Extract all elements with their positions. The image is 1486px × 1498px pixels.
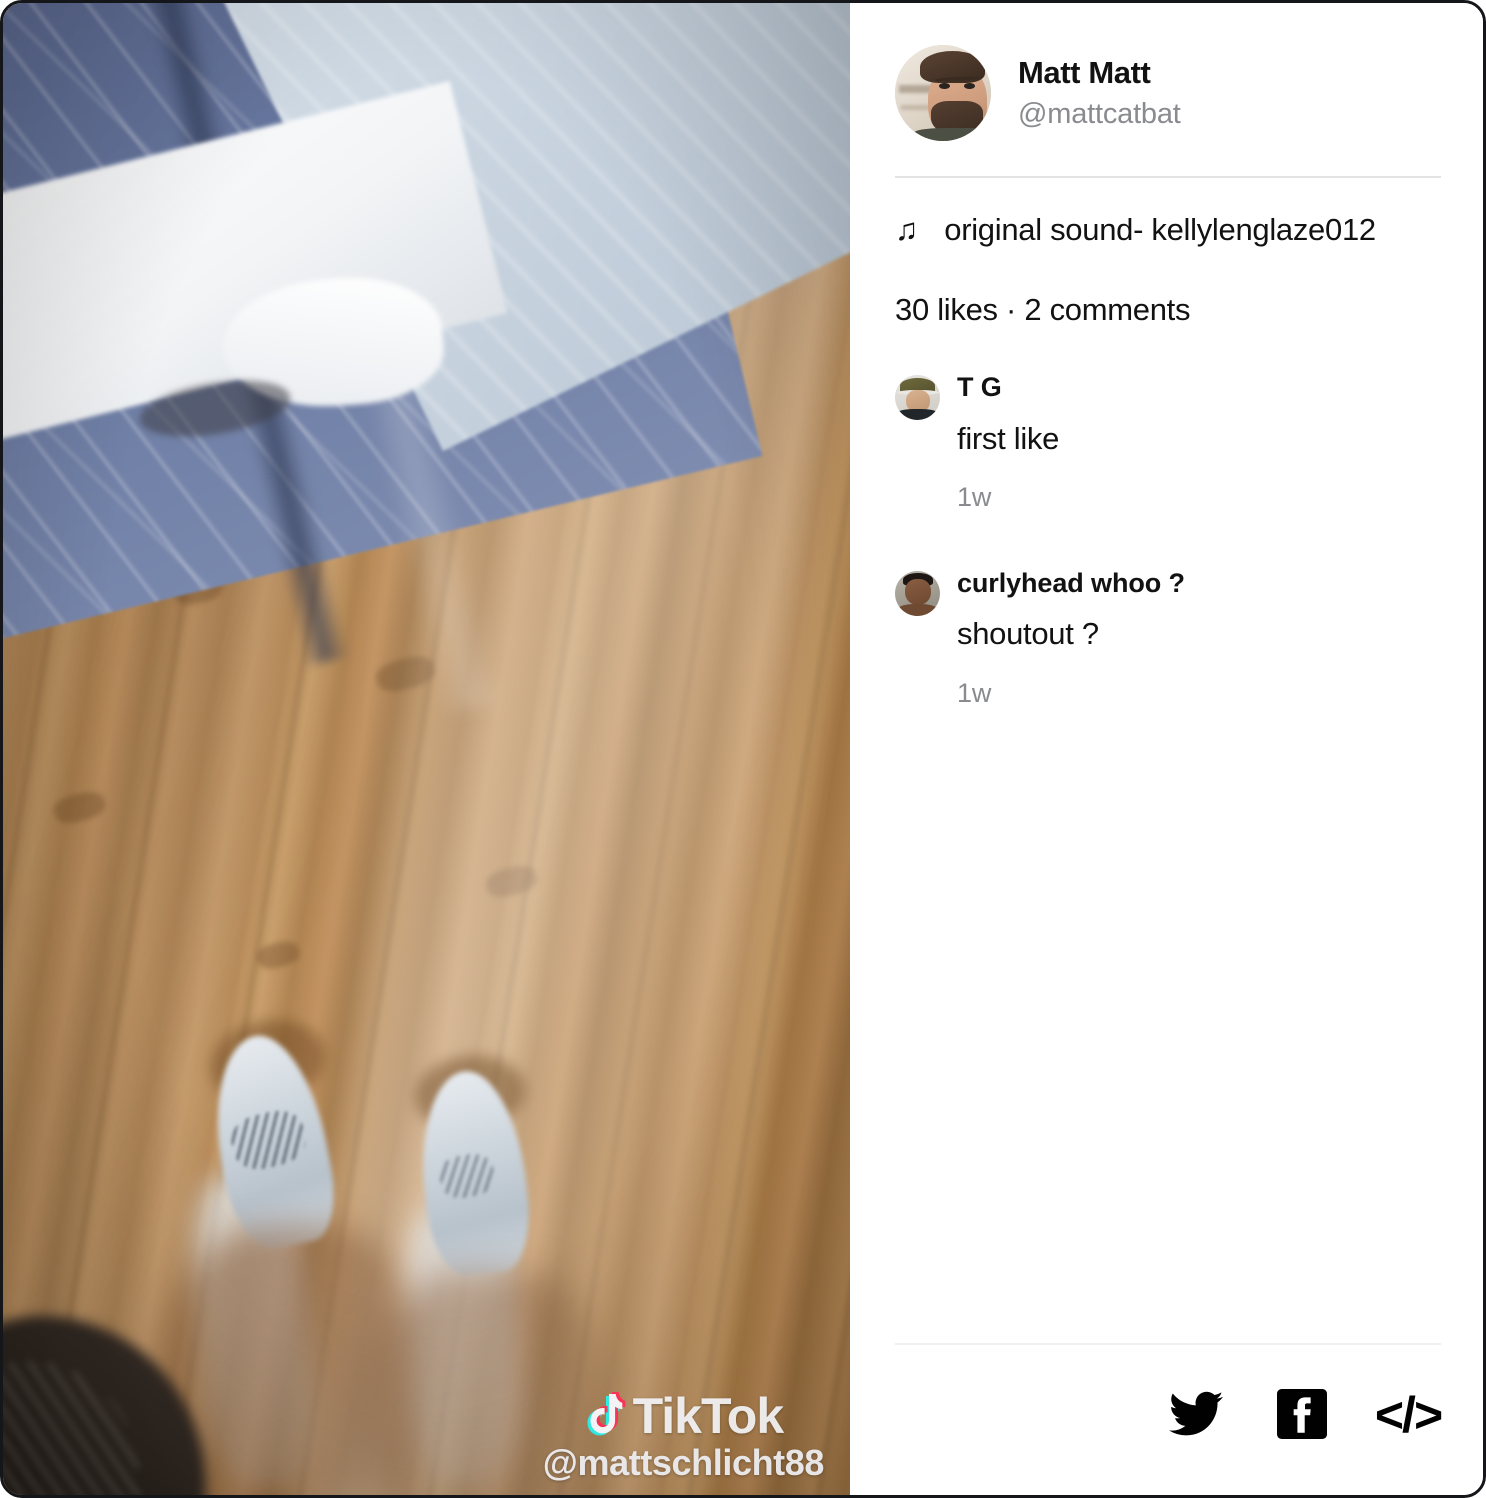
music-title[interactable]: original sound- kellylenglaze012	[944, 211, 1376, 248]
comment-author[interactable]: curlyhead whoo ?	[957, 567, 1185, 599]
author-name-block: Matt Matt @mattcatbat	[1018, 54, 1181, 133]
tiktok-embed-card: TikTok @mattschlicht88 Matt Matt @mattca…	[0, 0, 1486, 1498]
comment-timestamp: 1w	[957, 482, 992, 513]
comment-body: curlyhead whoo ? shoutout ? 1w	[957, 567, 1185, 710]
video-player[interactable]: TikTok @mattschlicht88	[3, 3, 850, 1495]
comments-list: T G first like 1w curlyhead whoo ? shout…	[895, 371, 1441, 1343]
comment-author[interactable]: T G	[957, 371, 1059, 403]
facebook-square-icon	[1277, 1388, 1327, 1442]
comment-timestamp: 1w	[957, 677, 992, 708]
comment-text: shoutout ?	[957, 616, 1099, 652]
comment-body: T G first like 1w	[957, 371, 1059, 514]
share-bar: </>	[895, 1345, 1443, 1495]
header-divider	[895, 176, 1441, 178]
music-note-icon: ♫	[895, 212, 919, 248]
author-avatar[interactable]	[895, 45, 991, 141]
twitter-bird-icon	[1169, 1391, 1223, 1440]
comment-item: curlyhead whoo ? shoutout ? 1w	[895, 567, 1441, 710]
stats-summary: 30 likes · 2 comments	[895, 292, 1191, 328]
author-display-name[interactable]: Matt Matt	[1018, 54, 1181, 93]
author-header[interactable]: Matt Matt @mattcatbat	[895, 3, 1441, 141]
comment-avatar[interactable]	[895, 375, 940, 421]
share-facebook-button[interactable]	[1273, 1388, 1331, 1442]
comment-text: first like	[957, 420, 1060, 456]
comment-item: T G first like 1w	[895, 371, 1441, 514]
video-info-panel: Matt Matt @mattcatbat ♫ original sound- …	[850, 3, 1483, 1495]
author-handle[interactable]: @mattcatbat	[1018, 96, 1181, 132]
code-embed-icon: </>	[1374, 1387, 1443, 1443]
music-info-row[interactable]: ♫ original sound- kellylenglaze012	[895, 211, 1441, 248]
share-twitter-button[interactable]	[1167, 1389, 1225, 1441]
comment-avatar[interactable]	[895, 570, 940, 616]
share-embed-button[interactable]: </>	[1375, 1389, 1443, 1441]
